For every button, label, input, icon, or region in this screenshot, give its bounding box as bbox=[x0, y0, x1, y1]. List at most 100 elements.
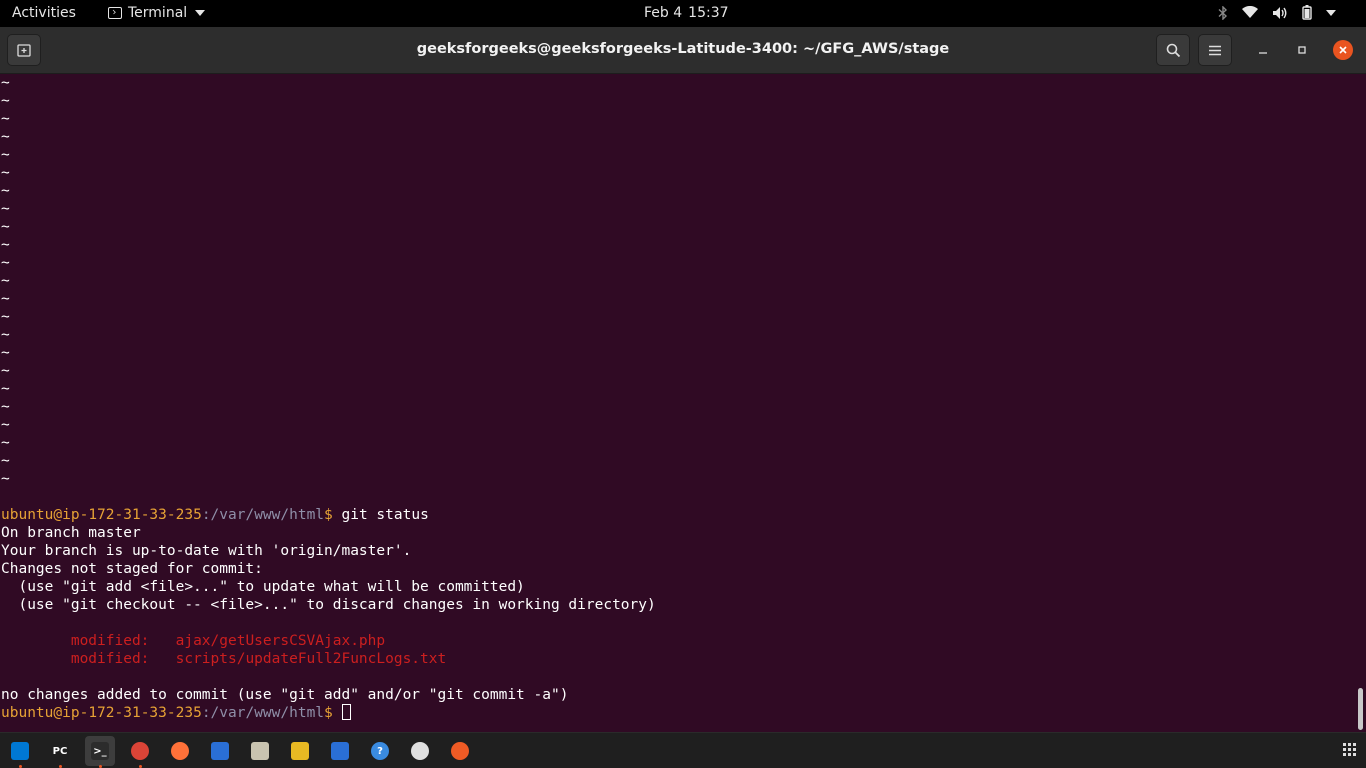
files-launcher[interactable] bbox=[245, 736, 275, 766]
tilde-line: ~ bbox=[1, 291, 10, 307]
app-menu-label: Terminal bbox=[128, 5, 188, 21]
tilde-line: ~ bbox=[1, 363, 10, 379]
clock[interactable]: Feb 4 15:37 bbox=[644, 5, 729, 21]
clock-date: Feb 4 bbox=[644, 5, 683, 21]
terminal-view[interactable]: ~ ~ ~ ~ ~ ~ ~ ~ ~ ~ ~ ~ ~ ~ ~ ~ ~ ~ ~ ~ ~ ~ ~ ubuntu@ip-172-31… bbox=[0, 74, 1356, 732]
software-icon bbox=[411, 742, 429, 760]
battery-icon[interactable] bbox=[1302, 5, 1312, 20]
terminal-scrollbar[interactable] bbox=[1358, 688, 1363, 730]
tilde-line: ~ bbox=[1, 453, 10, 469]
tilde-line: ~ bbox=[1, 237, 10, 253]
tilde-line: ~ bbox=[1, 381, 10, 397]
prompt-colon: : bbox=[201, 507, 211, 523]
prompt-dollar: $ bbox=[324, 705, 333, 721]
files-icon bbox=[251, 742, 269, 760]
terminal-launcher[interactable]: >_ bbox=[85, 736, 115, 768]
hamburger-icon bbox=[1209, 45, 1221, 55]
firefox-launcher[interactable] bbox=[165, 736, 195, 766]
prompt-user: ubuntu bbox=[1, 705, 54, 721]
activities-button[interactable]: Activities bbox=[12, 5, 76, 21]
wifi-icon[interactable] bbox=[1242, 6, 1258, 19]
system-menu-caret-icon[interactable] bbox=[1326, 9, 1336, 16]
output-line: (use "git add <file>..." to update what … bbox=[1, 579, 525, 595]
postman-launcher[interactable] bbox=[445, 736, 475, 766]
top-bar: Activities Terminal Feb 4 15:37 bbox=[0, 0, 1366, 27]
command-text: git status bbox=[332, 507, 429, 523]
tilde-line: ~ bbox=[1, 183, 10, 199]
firefox-icon bbox=[171, 742, 189, 760]
modified-file: ajax/getUsersCSVAjax.php bbox=[175, 633, 386, 649]
rhythmbox-icon bbox=[291, 742, 309, 760]
system-tray[interactable] bbox=[1218, 5, 1336, 20]
tilde-line: ~ bbox=[1, 75, 10, 91]
text-cursor bbox=[341, 704, 351, 720]
search-icon bbox=[1166, 43, 1180, 57]
maximize-button[interactable] bbox=[1292, 40, 1312, 60]
output-line: Changes not staged for commit: bbox=[1, 561, 263, 577]
modified-line: modified: scripts/updateFull2FuncLogs.tx… bbox=[0, 650, 1356, 668]
minimize-icon bbox=[1259, 52, 1267, 54]
output-line: no changes added to commit (use "git add… bbox=[1, 687, 569, 703]
volume-icon[interactable] bbox=[1272, 6, 1288, 20]
menu-button[interactable] bbox=[1198, 34, 1232, 66]
prompt-path: /var/www/html bbox=[210, 705, 325, 721]
prompt-user: ubuntu bbox=[1, 507, 54, 523]
thunderbird-icon bbox=[211, 742, 229, 760]
app-menu[interactable]: Terminal bbox=[108, 5, 206, 21]
writer-icon bbox=[331, 742, 349, 760]
pycharm-launcher[interactable]: PC bbox=[45, 736, 75, 768]
prompt-colon: : bbox=[201, 705, 211, 721]
output-line: On branch master bbox=[1, 525, 141, 541]
close-button[interactable] bbox=[1333, 40, 1353, 60]
tilde-line: ~ bbox=[1, 435, 10, 451]
help-launcher[interactable]: ? bbox=[365, 736, 395, 766]
tilde-line: ~ bbox=[1, 201, 10, 217]
tilde-line: ~ bbox=[1, 309, 10, 325]
show-applications-icon[interactable] bbox=[1343, 743, 1356, 756]
minimize-button[interactable] bbox=[1253, 40, 1273, 60]
modified-file: scripts/updateFull2FuncLogs.txt bbox=[175, 651, 447, 667]
tilde-line: ~ bbox=[1, 147, 10, 163]
tilde-line: ~ bbox=[1, 327, 10, 343]
tilde-line: ~ bbox=[1, 417, 10, 433]
postman-icon bbox=[451, 742, 469, 760]
thunderbird-launcher[interactable] bbox=[205, 736, 235, 766]
search-button[interactable] bbox=[1156, 34, 1190, 66]
tilde-line: ~ bbox=[1, 129, 10, 145]
prompt-host: ip-172-31-33-235 bbox=[62, 507, 202, 523]
tilde-line: ~ bbox=[1, 345, 10, 361]
caret-down-icon bbox=[195, 10, 206, 16]
modified-line: modified: ajax/getUsersCSVAjax.php bbox=[0, 632, 1356, 650]
chrome-icon bbox=[131, 742, 149, 760]
prompt-line: ubuntu@ip-172-31-33-235:/var/www/html$ bbox=[0, 704, 1356, 722]
terminal-app-icon bbox=[108, 7, 122, 19]
vim-empty-lines: ~ ~ ~ ~ ~ ~ ~ ~ ~ ~ ~ ~ ~ ~ ~ ~ ~ ~ ~ ~ ~ ~ ~ bbox=[0, 74, 1356, 488]
tilde-line: ~ bbox=[1, 399, 10, 415]
maximize-icon bbox=[1298, 46, 1306, 54]
bluetooth-icon[interactable] bbox=[1218, 5, 1228, 20]
writer-launcher[interactable] bbox=[325, 736, 355, 766]
prompt-host: ip-172-31-33-235 bbox=[62, 705, 202, 721]
help-icon: ? bbox=[371, 742, 389, 760]
vscode-launcher[interactable] bbox=[5, 736, 35, 768]
prompt-dollar: $ bbox=[324, 507, 333, 523]
modified-label: modified: bbox=[1, 651, 176, 667]
dock: PC >_? bbox=[0, 732, 1366, 768]
chrome-launcher[interactable] bbox=[125, 736, 155, 768]
tilde-line: ~ bbox=[1, 165, 10, 181]
prompt-at: @ bbox=[53, 705, 63, 721]
prompt-at: @ bbox=[53, 507, 63, 523]
close-icon bbox=[1339, 46, 1347, 54]
tilde-line: ~ bbox=[1, 471, 10, 487]
pycharm-icon: PC bbox=[51, 742, 69, 760]
vscode-icon bbox=[11, 742, 29, 760]
modified-label: modified: bbox=[1, 633, 176, 649]
tilde-line: ~ bbox=[1, 273, 10, 289]
tilde-line: ~ bbox=[1, 255, 10, 271]
prompt-path: /var/www/html bbox=[210, 507, 325, 523]
software-launcher[interactable] bbox=[405, 736, 435, 766]
rhythmbox-launcher[interactable] bbox=[285, 736, 315, 766]
